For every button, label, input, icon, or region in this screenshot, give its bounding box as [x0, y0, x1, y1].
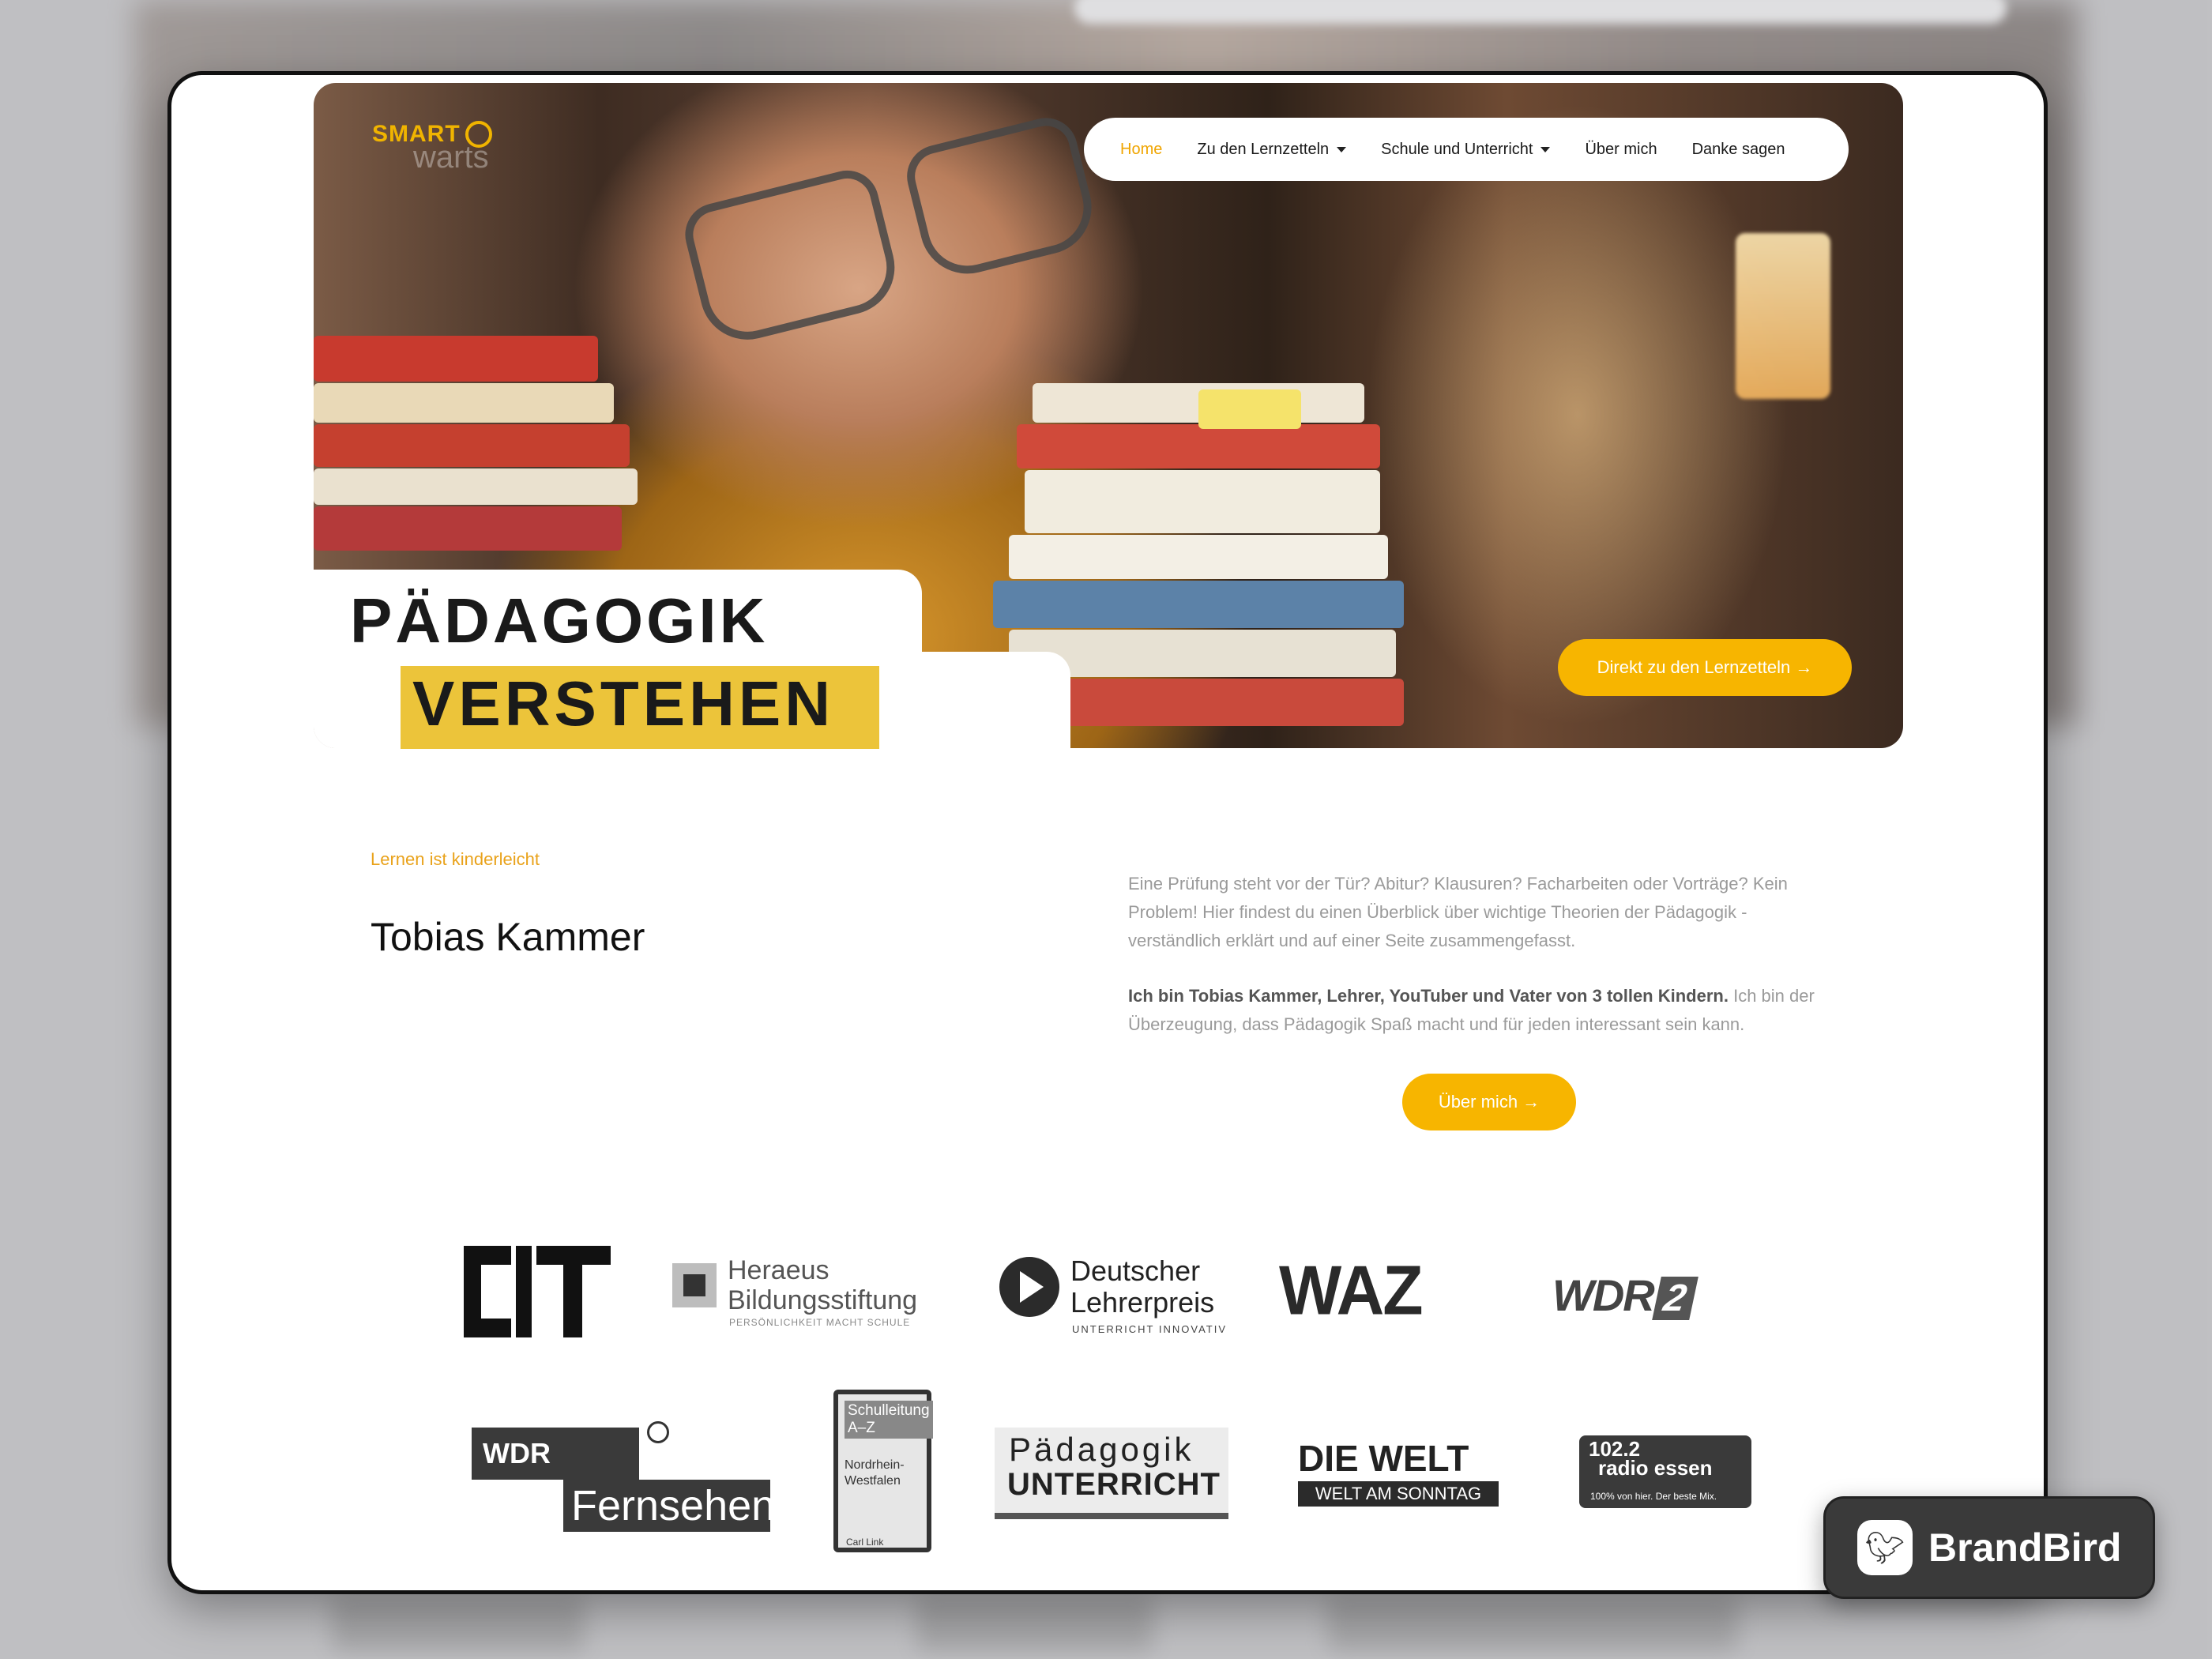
die-welt-logo: DIE WELT WELT AM SONNTAG — [1298, 1437, 1499, 1516]
radio-name: radio essen — [1598, 1456, 1713, 1480]
dlp-line1: Deutscher — [1070, 1255, 1201, 1287]
waz-logo: WAZ — [1279, 1251, 1424, 1330]
badge-label: BrandBird — [1928, 1525, 2122, 1570]
dlp-line2: Lehrerpreis — [1070, 1286, 1215, 1319]
book-region: Nordrhein-Westfalen — [845, 1458, 905, 1488]
dlp-text: Deutscher Lehrerpreis — [1070, 1255, 1214, 1319]
paedagogik-unterricht-logo: Pädagogik UNTERRICHT — [995, 1428, 1228, 1519]
lernzettel-cta-button[interactable]: Direkt zu den Lernzetteln → — [1558, 639, 1852, 696]
heraeus-line2: Bildungsstiftung — [728, 1285, 918, 1315]
heraeus-logo: Heraeus Bildungsstiftung PERSÖNLICHKEIT … — [672, 1255, 933, 1328]
book — [1025, 470, 1380, 533]
welt-line2: WELT AM SONNTAG — [1298, 1481, 1499, 1507]
nav-item-lernzettel[interactable]: Zu den Lernzetteln — [1197, 140, 1347, 159]
intro-paragraph-2: Ich bin Tobias Kammer, Lehrer, YouTuber … — [1128, 982, 1839, 1039]
nav-item-label: Danke sagen — [1691, 140, 1785, 158]
main-nav: Home Zu den Lernzetteln Schule und Unter… — [1084, 118, 1849, 181]
pu-line2: UNTERRICHT — [1007, 1467, 1221, 1502]
about-me-button[interactable]: Über mich → — [1402, 1074, 1576, 1130]
hero-headline-line2: VERSTEHEN — [412, 668, 834, 739]
heraeus-line1: Heraeus — [728, 1255, 830, 1285]
book-publisher: Carl Link — [846, 1537, 884, 1548]
radio-essen-logo: 102.2 radio essen 100% von hier. Der bes… — [1579, 1435, 1751, 1508]
book — [993, 581, 1404, 628]
schulleitung-book-logo: Schulleitung A–Z Nordrhein-Westfalen Car… — [833, 1390, 933, 1552]
ard-circle-icon — [647, 1421, 669, 1443]
book-title: Schulleitung A–Z — [845, 1401, 933, 1439]
book — [1009, 535, 1388, 579]
hero-headline-line1: PÄDAGOGIK — [350, 585, 769, 656]
author-name: Tobias Kammer — [371, 915, 645, 959]
book — [314, 506, 622, 551]
bird-icon: 🐦︎ — [1857, 1520, 1913, 1575]
book — [314, 336, 598, 382]
intro-bold-text: Ich bin Tobias Kammer, Lehrer, YouTuber … — [1128, 986, 1729, 1006]
nav-item-danke[interactable]: Danke sagen — [1692, 141, 1785, 159]
caret-down-icon — [1337, 146, 1347, 152]
wdr2-number: 2 — [1651, 1277, 1698, 1320]
brandbird-badge[interactable]: 🐦︎ BrandBird — [1823, 1496, 2155, 1599]
nav-item-label: Über mich — [1585, 140, 1657, 158]
book — [314, 383, 614, 423]
nav-item-schule[interactable]: Schule und Unterricht — [1381, 140, 1551, 159]
heraeus-mark-icon — [672, 1263, 717, 1307]
book — [314, 424, 630, 467]
pu-line1: Pädagogik — [1009, 1431, 1194, 1468]
nav-item-label: Schule und Unterricht — [1381, 140, 1533, 158]
wdr-fern-top: WDR — [472, 1428, 639, 1480]
sticky-note — [1198, 389, 1301, 429]
wdr2-logo: WDR 2 — [1552, 1270, 1698, 1321]
deutscher-lehrerpreis-logo: Deutscher Lehrerpreis UNTERRICHT INNOVAT… — [999, 1255, 1236, 1335]
radio-tagline: 100% von hier. Der beste Mix. — [1590, 1491, 1717, 1502]
wdr2-text: WDR — [1552, 1270, 1655, 1320]
heraeus-text: Heraeus Bildungsstiftung — [728, 1255, 917, 1315]
intro-paragraph: Eine Prüfung steht vor der Tür? Abitur? … — [1128, 874, 1788, 950]
book — [314, 468, 638, 505]
heraeus-tagline: PERSÖNLICHKEIT MACHT SCHULE — [729, 1317, 911, 1328]
nav-item-ueber-mich[interactable]: Über mich — [1585, 141, 1657, 159]
wdr-fernsehen-logo: WDR Fernsehen — [472, 1421, 775, 1540]
intro-eyebrow: Lernen ist kinderleicht — [371, 849, 540, 869]
nav-item-home[interactable]: Home — [1120, 141, 1162, 159]
lamp-decoration — [1736, 233, 1830, 399]
book — [1025, 679, 1404, 726]
play-circle-icon — [999, 1257, 1059, 1317]
book — [1017, 424, 1380, 468]
welt-line1: DIE WELT — [1298, 1438, 1469, 1479]
website-card: SMART warts Home Zu den Lernzetteln Schu… — [167, 71, 2048, 1594]
logo-warts-text: warts — [413, 140, 489, 175]
nav-item-label: Home — [1120, 140, 1163, 158]
nav-item-label: Zu den Lernzetteln — [1197, 140, 1330, 158]
site-logo[interactable]: SMART warts — [372, 121, 514, 176]
wdr-fern-bottom: Fernsehen — [563, 1480, 775, 1532]
ct-logo — [464, 1246, 611, 1337]
dlp-tagline: UNTERRICHT INNOVATIV — [1072, 1323, 1228, 1335]
caret-down-icon — [1540, 146, 1551, 152]
